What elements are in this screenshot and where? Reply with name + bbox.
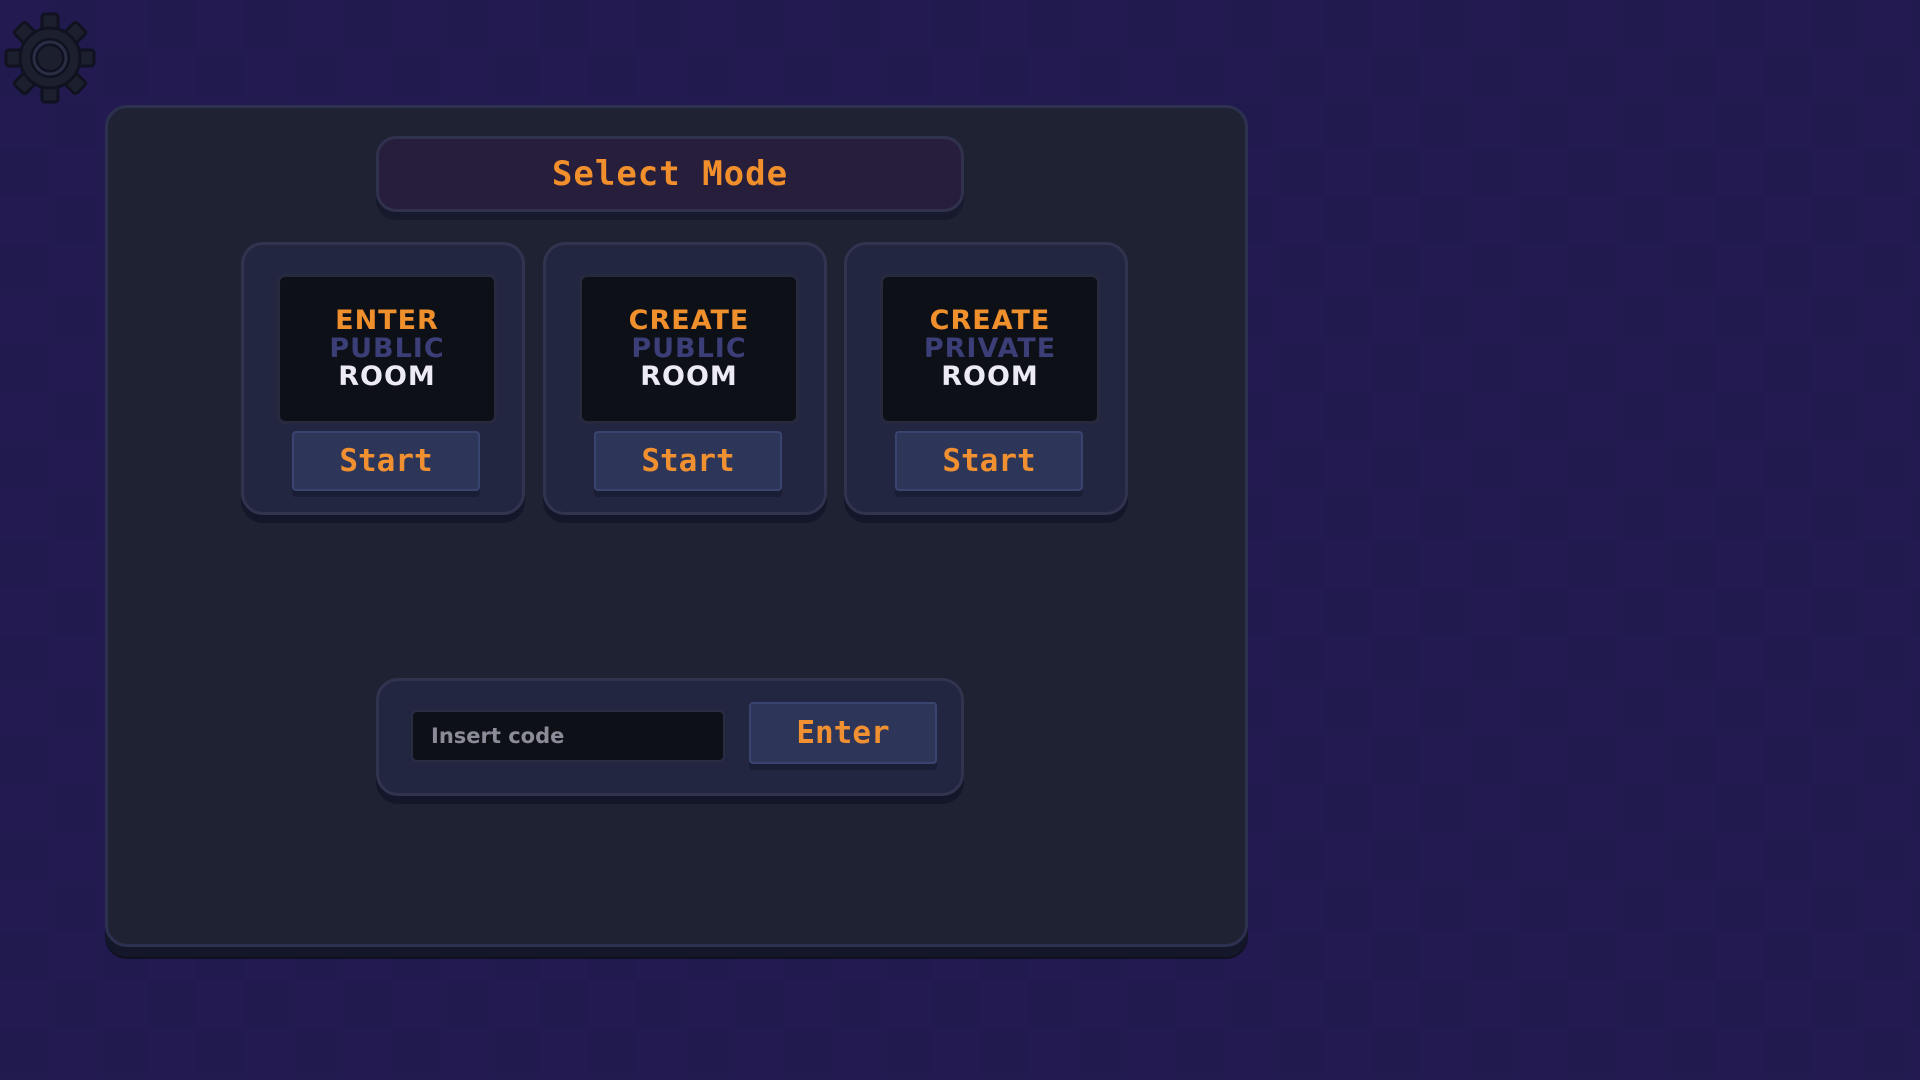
mode-label-line-mid: PUBLIC — [631, 333, 747, 364]
enter-code-button[interactable]: Enter — [749, 702, 937, 764]
start-button-enter-public-room[interactable]: Start — [292, 431, 480, 491]
mode-label-line-bottom: ROOM — [338, 361, 436, 392]
mode-card-enter-public-room: ENTER PUBLIC ROOM Start — [241, 242, 525, 515]
mode-label-line-bottom: ROOM — [640, 361, 738, 392]
room-code-input[interactable] — [411, 710, 725, 762]
mode-label-screen: ENTER PUBLIC ROOM — [277, 274, 497, 424]
mode-card-create-public-room: CREATE PUBLIC ROOM Start — [543, 242, 827, 515]
mode-label-line-top: CREATE — [628, 305, 750, 336]
mode-card-create-private-room: CREATE PRIVATE ROOM Start — [844, 242, 1128, 515]
mode-label-screen: CREATE PUBLIC ROOM — [579, 274, 799, 424]
settings-gear-icon[interactable] — [4, 12, 96, 104]
page-title: Select Mode — [551, 154, 789, 194]
mode-select-panel — [105, 105, 1248, 947]
mode-label-line-top: CREATE — [929, 305, 1051, 336]
title-plate: Select Mode — [376, 136, 964, 212]
mode-label-line-bottom: ROOM — [941, 361, 1039, 392]
mode-label-line-top: ENTER — [335, 305, 439, 336]
mode-label-screen: CREATE PRIVATE ROOM — [880, 274, 1100, 424]
mode-label-line-mid: PRIVATE — [923, 333, 1057, 364]
start-button-create-public-room[interactable]: Start — [594, 431, 782, 491]
room-code-box: Enter — [376, 678, 964, 796]
start-button-create-private-room[interactable]: Start — [895, 431, 1083, 491]
mode-label-line-mid: PUBLIC — [329, 333, 445, 364]
